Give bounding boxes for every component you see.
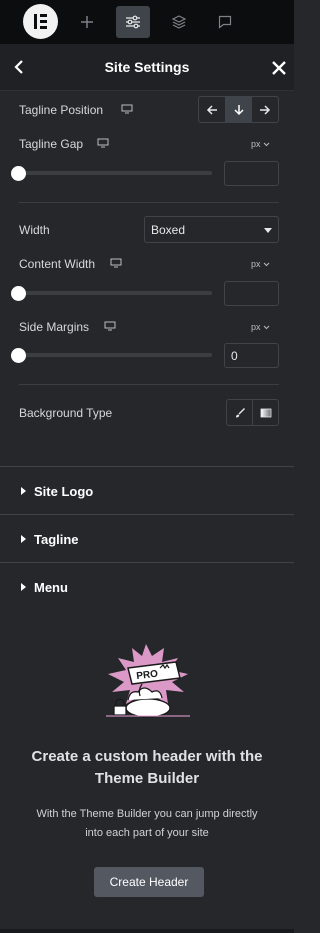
desktop-device-icon[interactable] <box>121 104 133 114</box>
panel-header: Site Settings <box>0 44 294 91</box>
tagline-gap-input[interactable] <box>224 161 279 186</box>
pro-illustration: PRO <box>106 644 190 718</box>
gradient-icon[interactable] <box>253 400 278 425</box>
divider <box>19 202 279 203</box>
width-label: Width <box>19 223 50 237</box>
bottom-edge <box>0 929 294 933</box>
elementor-logo[interactable] <box>23 4 58 39</box>
chevron-down-icon <box>264 228 272 233</box>
divider <box>19 384 279 385</box>
content-width-slider[interactable] <box>18 291 212 295</box>
caret-right-icon <box>21 583 26 591</box>
side-margins-input[interactable]: 0 <box>224 343 279 368</box>
tagline-gap-slider[interactable] <box>18 171 212 175</box>
create-header-button[interactable]: Create Header <box>94 867 204 897</box>
promo-title: Create a custom header with the Theme Bu… <box>31 748 263 787</box>
section-site-logo[interactable]: Site Logo <box>0 467 294 515</box>
section-title: Tagline <box>34 532 79 547</box>
unit-selector[interactable]: px <box>251 322 270 332</box>
brush-icon[interactable] <box>227 400 253 425</box>
slider-handle[interactable] <box>11 286 26 301</box>
unit-selector[interactable]: px <box>251 259 270 269</box>
desktop-device-icon[interactable] <box>97 138 109 148</box>
caret-right-icon <box>21 535 26 543</box>
comments-icon[interactable] <box>208 6 242 38</box>
content-width-label: Content Width <box>19 257 96 271</box>
background-type-control <box>226 399 279 426</box>
slider-handle[interactable] <box>11 166 26 181</box>
settings-sliders-icon[interactable] <box>116 6 150 38</box>
arrow-right-icon[interactable] <box>252 97 278 122</box>
unit-selector[interactable]: px <box>251 139 270 149</box>
tagline-gap-label: Tagline Gap <box>19 137 84 151</box>
caret-right-icon <box>21 487 26 495</box>
promo-description: With the Theme Builder you can jump dire… <box>36 808 258 839</box>
desktop-device-icon[interactable] <box>104 321 116 331</box>
section-tagline[interactable]: Tagline <box>0 515 294 563</box>
arrow-left-icon[interactable] <box>199 97 226 122</box>
side-margins-slider[interactable] <box>18 353 212 357</box>
layers-icon[interactable] <box>162 6 196 38</box>
side-margins-label: Side Margins <box>19 320 90 334</box>
section-menu[interactable]: Menu <box>0 563 294 611</box>
background-type-label: Background Type <box>19 406 113 420</box>
page-title: Site Settings <box>104 59 190 75</box>
tagline-position-label: Tagline Position <box>19 103 104 117</box>
width-select[interactable]: Boxed <box>144 216 279 243</box>
arrow-down-icon[interactable] <box>225 97 253 122</box>
editor-topbar <box>0 0 294 44</box>
tagline-position-control <box>198 96 279 123</box>
section-title: Site Logo <box>34 484 94 499</box>
close-icon[interactable] <box>268 57 290 79</box>
section-title: Menu <box>34 580 68 595</box>
slider-handle[interactable] <box>11 348 26 363</box>
add-icon[interactable] <box>70 6 104 38</box>
desktop-device-icon[interactable] <box>110 258 122 268</box>
content-width-input[interactable] <box>224 281 279 306</box>
